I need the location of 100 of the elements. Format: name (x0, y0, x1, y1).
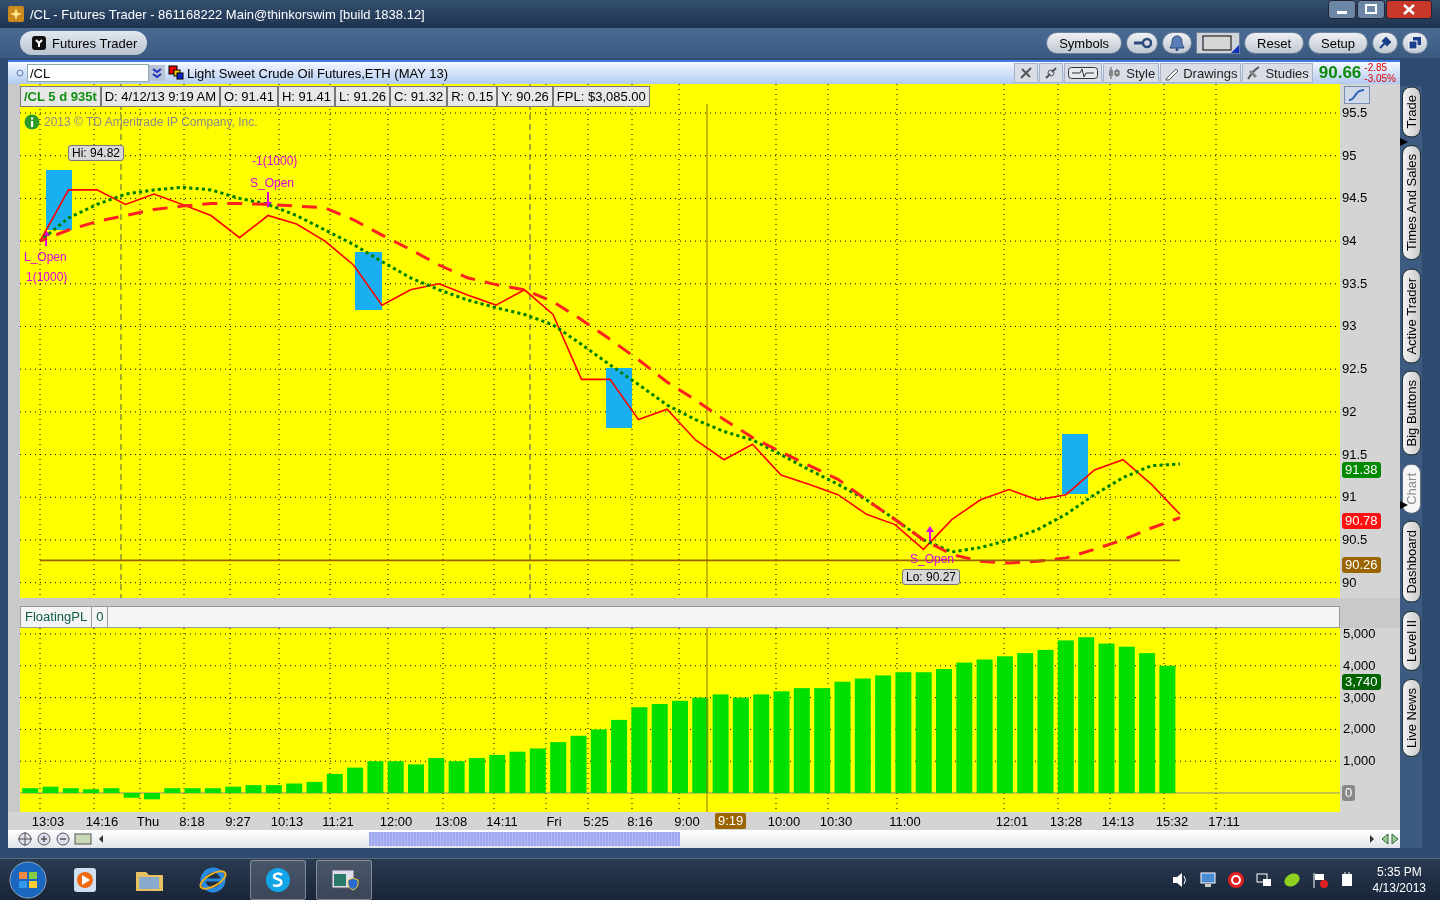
axis-label: 92 (1342, 404, 1357, 419)
price-tag: 91.38 (1342, 461, 1381, 478)
toolbar-button[interactable]: Drawings (1160, 63, 1242, 83)
pulse-button[interactable] (1064, 63, 1103, 83)
close-icon[interactable] (1386, 0, 1432, 19)
zoom-out-icon[interactable] (54, 831, 72, 847)
pl-bar (103, 788, 120, 793)
axis-label: 94 (1342, 234, 1357, 249)
side-tab[interactable]: Active Trader (1401, 268, 1421, 364)
crosshair-icon[interactable] (16, 831, 34, 847)
speaker-icon[interactable] (1170, 870, 1189, 889)
start-button-icon[interactable] (8, 859, 48, 900)
pl-bar (83, 789, 100, 793)
pl-bar (347, 767, 364, 794)
triangle-icon (1400, 138, 1408, 146)
pl-bar (286, 783, 303, 794)
toolbar-tab[interactable]: Futures Trader (20, 31, 148, 55)
zoom-in-icon[interactable] (35, 831, 53, 847)
monitor-icon[interactable] (1198, 870, 1217, 889)
time-label: 9:27 (225, 814, 251, 829)
pl-bar (164, 788, 181, 793)
axis-label: 90 (1342, 575, 1357, 590)
cursor-time-label: 9:19 (715, 813, 747, 829)
time-label: 15:32 (1155, 814, 1189, 829)
minimize-icon[interactable] (1328, 0, 1356, 19)
network-icon[interactable] (1254, 870, 1273, 889)
trade-arrow-icon (264, 192, 272, 208)
toolbar-button[interactable]: Reset (1244, 32, 1304, 54)
toolbar-button[interactable]: Studies (1242, 63, 1313, 83)
trade-arrow-icon (42, 230, 50, 246)
axis-label: 95 (1342, 148, 1357, 163)
axis-label: 95.5 (1342, 106, 1368, 120)
layout-icon (32, 36, 46, 50)
target-icon[interactable] (1226, 870, 1245, 889)
pl-bar (22, 788, 39, 793)
restore-icon (1408, 36, 1422, 50)
pl-bar (265, 785, 282, 794)
info-cell: R: 0.15 (447, 86, 498, 107)
pl-bar (428, 758, 445, 793)
side-tab[interactable]: Dashboard (1401, 521, 1421, 604)
pl-bar (448, 761, 465, 793)
toolbar-button[interactable]: Style (1103, 63, 1160, 83)
link-button[interactable] (1039, 63, 1064, 83)
pl-bar (529, 748, 546, 793)
trade-arrow-icon (926, 526, 934, 542)
flag-icon[interactable] (1310, 870, 1329, 889)
axis-label: 90.5 (1342, 532, 1368, 547)
color-swatch[interactable] (1196, 32, 1241, 54)
axis-label: 5,000 (1343, 627, 1376, 641)
pl-bar (570, 735, 587, 794)
maximize-icon[interactable] (1357, 0, 1385, 19)
pl-bar (367, 761, 384, 793)
wrench-icon (1132, 36, 1153, 50)
time-label: Fri (546, 814, 562, 829)
toolbar-button[interactable]: Setup (1308, 32, 1368, 54)
side-tab[interactable]: Level II (1401, 611, 1421, 671)
axis-label: 91.5 (1342, 447, 1368, 462)
pl-bar (123, 793, 140, 798)
toolbar-button[interactable]: Symbols (1046, 32, 1123, 54)
pl-bar (408, 764, 424, 793)
drawing-tool-button[interactable] (1014, 63, 1039, 83)
time-label: 14:16 (85, 814, 119, 829)
signal-box (1062, 434, 1088, 494)
time-label: 11:21 (322, 814, 354, 829)
symbol-field[interactable]: /CL (27, 64, 149, 82)
order-label: 1(1000) (26, 270, 68, 284)
info-cell: Y: 90.26 (497, 86, 553, 107)
dropdown-button[interactable] (149, 65, 165, 81)
symbol-colors-icon (168, 65, 184, 81)
time-label: 8:16 (627, 814, 653, 829)
price-tag: 90.78 (1342, 513, 1381, 530)
leaf-icon[interactable] (1282, 870, 1301, 889)
axis-label: 93.5 (1342, 276, 1368, 291)
studies-icon[interactable] (1344, 86, 1370, 104)
info-cell: /CL 5 d 935t (20, 86, 101, 107)
triangle-icon (1400, 501, 1408, 509)
order-label: -1(1000) (252, 154, 298, 168)
bell-icon (1168, 35, 1187, 51)
time-label: 5:25 (583, 814, 609, 829)
pl-bar (489, 754, 506, 794)
pl-bar (42, 786, 59, 794)
copyright-text: 2013 © TD Ameritrade IP Company, Inc. (44, 115, 258, 129)
restore-button[interactable] (1402, 32, 1428, 54)
price-change: -2.85 (1364, 62, 1389, 73)
pl-bar (144, 793, 160, 800)
side-tab[interactable]: Times And Sales (1401, 145, 1421, 261)
side-tab[interactable]: Trade (1401, 86, 1421, 138)
pl-bar (62, 788, 79, 793)
pl-bar (306, 781, 323, 794)
info-cell: C: 91.32 (390, 86, 448, 107)
time-label: 17:11 (1208, 814, 1240, 829)
pin-button[interactable] (1372, 32, 1398, 54)
clock-date: 4/13/2013 (1372, 879, 1426, 896)
time-label: 8:18 (179, 814, 205, 829)
scrollbar-thumb[interactable] (369, 832, 680, 846)
side-tab[interactable]: Live News (1401, 678, 1421, 757)
side-tab[interactable]: Big Buttons (1401, 371, 1421, 456)
wrench-button[interactable] (1126, 32, 1159, 54)
alert-button[interactable] (1162, 32, 1193, 54)
axis-label: 4,000 (1343, 658, 1376, 673)
